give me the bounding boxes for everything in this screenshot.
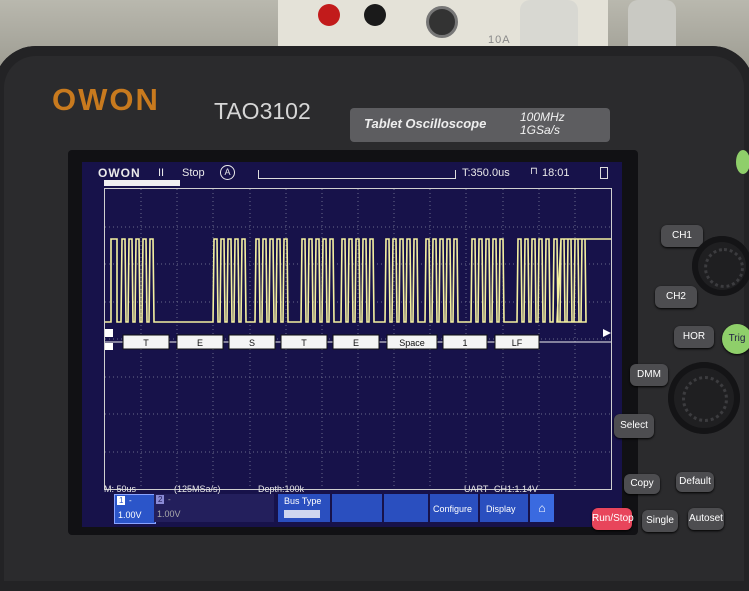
single-button[interactable]: Single — [642, 510, 678, 532]
ch1-info[interactable]: 1 - 1.00V — [114, 494, 156, 524]
hor-button-label: HOR — [682, 331, 706, 342]
decode-byte-label: T — [301, 338, 307, 348]
vertical-dial-ring-icon — [704, 248, 744, 288]
bottom-status-area: M: 50us (125MSa/s) Depth:100k UART CH1:1… — [82, 484, 622, 527]
decode-byte-label: 1 — [462, 338, 467, 348]
autoset-button-label: Autoset — [689, 513, 723, 524]
ch1-number: 1 — [117, 496, 126, 505]
red-terminal — [318, 4, 340, 26]
hor-button[interactable]: HOR — [674, 326, 714, 348]
home-icon: ⌂ — [538, 501, 546, 515]
lock-icon: ⊓ — [530, 166, 538, 177]
menu-blank-1[interactable] — [332, 494, 382, 522]
waveform-plot: T E S T E Space 1 LF — [105, 189, 611, 489]
home-button[interactable]: ⌂ — [530, 494, 554, 522]
ch2-number: 2 — [156, 495, 165, 504]
decode-byte-label: Space — [399, 338, 425, 348]
screen-status-bar: OWON II Stop A T:350.0us ⊓ 18:01 — [82, 162, 622, 186]
default-button-label: Default — [679, 476, 711, 487]
ch2-coupling: - — [168, 495, 171, 504]
trigger-level: CH1:1.14V — [494, 484, 539, 494]
copy-button-label: Copy — [630, 478, 654, 489]
bus-type-label: Bus Type — [284, 496, 322, 506]
model-label: TAO3102 — [214, 98, 311, 124]
battery-icon — [600, 167, 608, 179]
autoset-button[interactable]: Autoset — [688, 508, 724, 530]
timebase-scale: M: 50us — [104, 484, 137, 494]
ch1-volts: 1.00V — [118, 510, 142, 520]
dmm-button-label: DMM — [637, 369, 661, 380]
ch1-button[interactable]: CH1 — [661, 225, 703, 247]
run-stop-button[interactable]: Run/Stop — [592, 508, 634, 530]
configure-label: Configure — [433, 504, 473, 514]
ch2-info[interactable]: 2 - 1.00V — [154, 494, 274, 522]
ch2-volts: 1.00V — [157, 509, 181, 519]
trigger-mode-icon: A — [220, 165, 235, 180]
brand-logo: OWON — [52, 82, 160, 117]
decode-byte-label: T — [143, 338, 149, 348]
psu-knob — [426, 6, 458, 38]
spec-values: 100MHz 1GSa/s — [520, 111, 565, 137]
ch2-button[interactable]: CH2 — [655, 286, 697, 308]
black-terminal — [364, 4, 386, 26]
power-indicator-icon — [736, 150, 749, 174]
bandwidth: 100MHz — [520, 110, 565, 124]
trigger-mode: A — [224, 167, 231, 177]
default-button[interactable]: Default — [676, 472, 714, 492]
ch2-button-label: CH2 — [665, 291, 686, 302]
device-description: Tablet Oscilloscope — [364, 116, 487, 131]
select-button[interactable]: Select — [614, 414, 654, 438]
dmm-button[interactable]: DMM — [630, 364, 668, 386]
menu-blank-2[interactable] — [384, 494, 428, 522]
decode-byte-label: E — [197, 338, 203, 348]
copy-button[interactable]: Copy — [624, 474, 660, 494]
menu-configure[interactable]: Configure — [430, 494, 478, 522]
run-status: Stop — [182, 167, 205, 179]
ch1-marker — [105, 343, 113, 350]
select-button-label: Select — [620, 420, 648, 431]
oscilloscope-screen[interactable]: OWON II Stop A T:350.0us ⊓ 18:01 T E S T E Sp… — [82, 162, 622, 527]
bus-type-value-box — [284, 510, 320, 518]
trig-button-label: Trig — [728, 333, 746, 344]
trig-button[interactable]: Trig — [722, 324, 749, 354]
horizontal-dial-ring-icon — [682, 376, 728, 422]
trigger-time: T:350.0us — [462, 167, 510, 179]
ch1-coupling: - — [129, 496, 132, 505]
menu-bus-type[interactable]: Bus Type — [278, 494, 330, 522]
trigger-level-marker — [603, 329, 611, 337]
pause-icon: II — [158, 167, 165, 179]
clock: 18:01 — [542, 167, 570, 179]
bus-marker — [105, 329, 113, 337]
run-stop-button-label: Run/Stop — [592, 513, 634, 524]
decode-byte-label: E — [353, 338, 359, 348]
psu-label: 10A — [488, 34, 511, 46]
decode-byte-label: S — [249, 338, 255, 348]
display-label: Display — [486, 504, 516, 514]
ch1-button-label: CH1 — [671, 230, 692, 241]
memory-position-bar — [258, 170, 456, 179]
memory-depth: Depth:100k — [258, 484, 305, 494]
max-sample-rate: 1GSa/s — [520, 123, 561, 137]
sample-rate: (125MSa/s) — [174, 484, 221, 494]
decode-byte-label: LF — [512, 338, 523, 348]
screen-logo: OWON — [98, 166, 141, 180]
waveform-graticule[interactable]: T E S T E Space 1 LF — [104, 188, 612, 490]
spec-plate: Tablet Oscilloscope 100MHz 1GSa/s — [350, 108, 610, 142]
trigger-bus: UART — [464, 484, 489, 494]
single-button-label: Single — [646, 515, 674, 526]
menu-display[interactable]: Display — [480, 494, 528, 522]
highlight-bar — [104, 180, 180, 186]
